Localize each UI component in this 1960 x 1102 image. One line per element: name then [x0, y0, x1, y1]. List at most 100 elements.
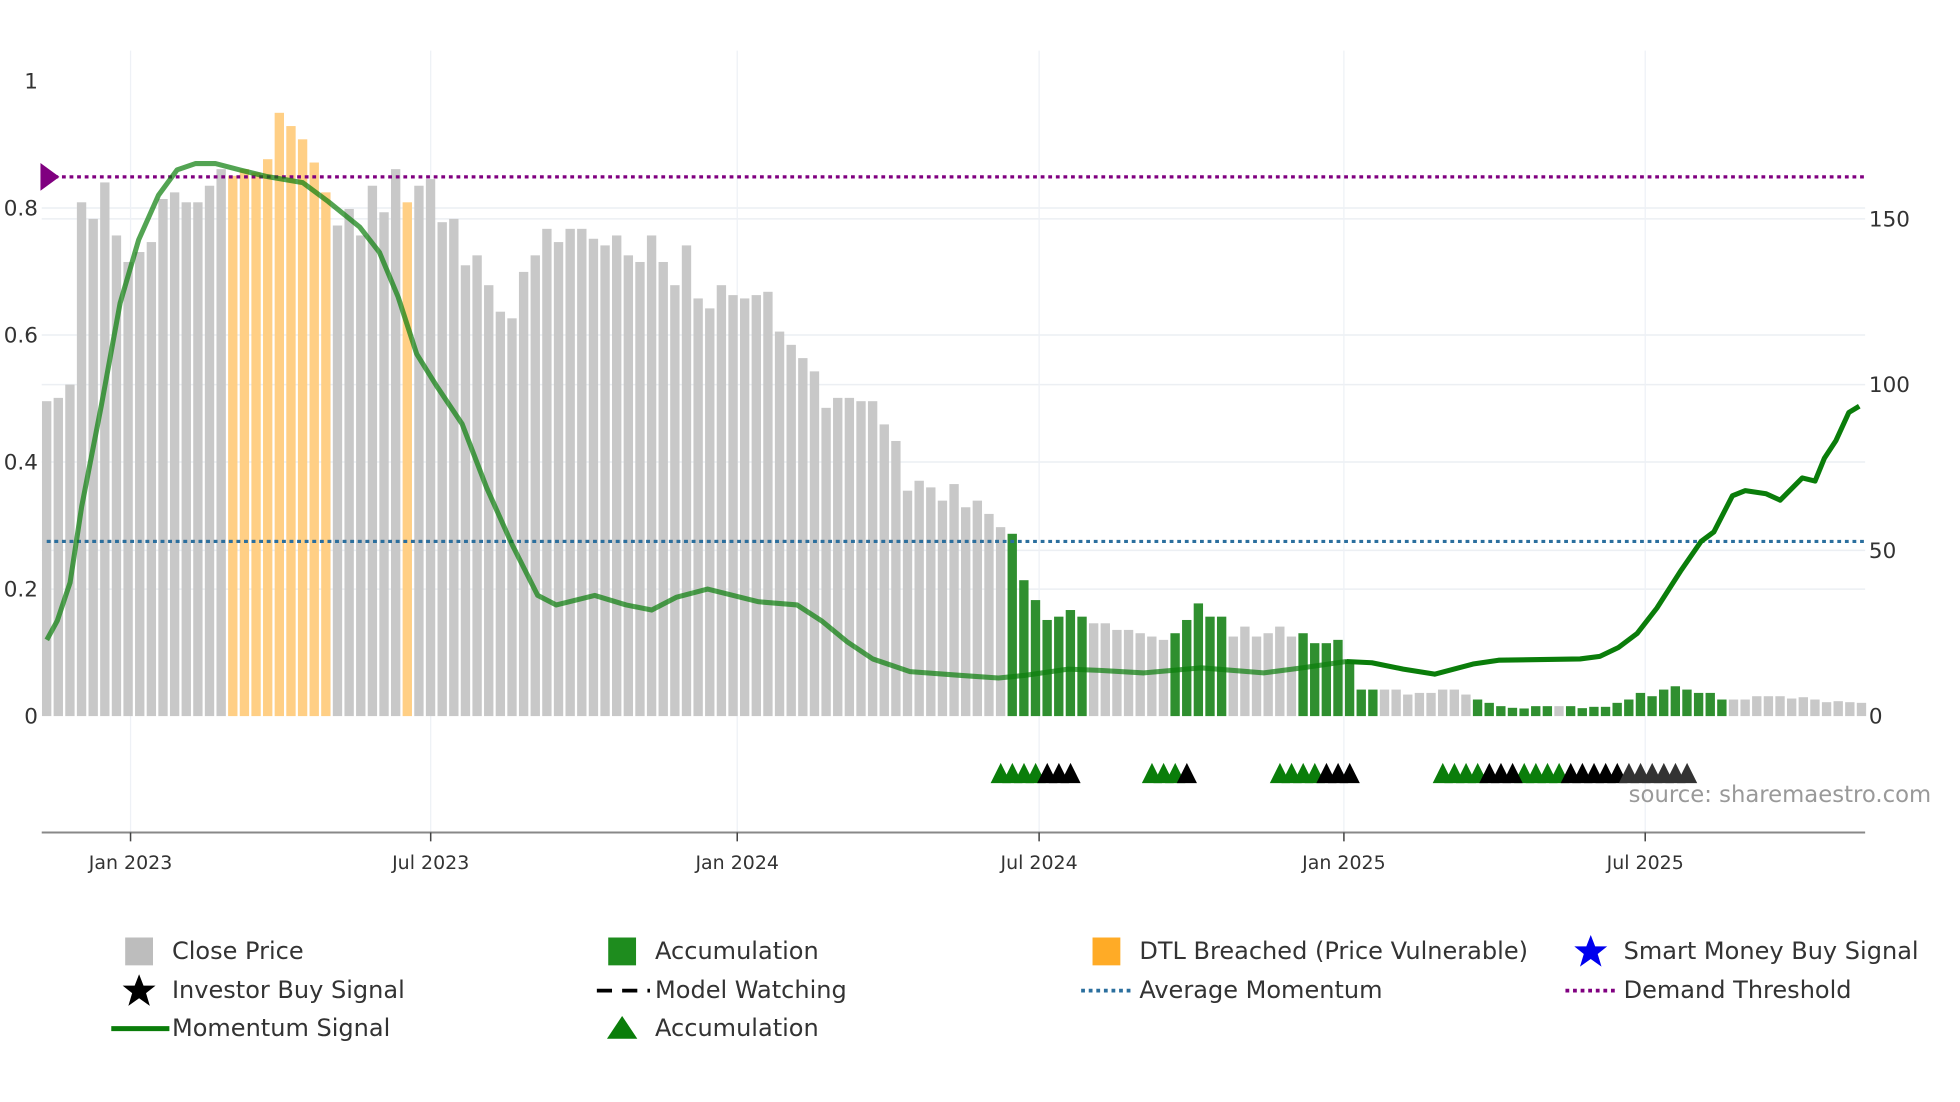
close-price-bar: [1728, 699, 1739, 717]
close-price-bar: [926, 487, 936, 717]
dtl-breached-bar: [274, 112, 285, 717]
close-price-bar: [169, 192, 180, 717]
accumulation-bar: [1193, 603, 1204, 717]
close-price-bar: [1833, 701, 1843, 717]
close-price-bar: [530, 255, 540, 717]
legend-close-price[interactable]: Close Price: [125, 935, 304, 968]
x-tick-label: Jan 2023: [88, 852, 173, 874]
accumulation-bar: [1531, 706, 1541, 717]
close-price-bar: [879, 424, 889, 717]
legend-label: Smart Money Buy Signal: [1623, 937, 1919, 966]
close-price-bar: [984, 513, 994, 717]
close-price-bar: [146, 242, 157, 717]
accumulation-bar: [1565, 706, 1576, 717]
accumulation-bar: [1496, 706, 1506, 717]
legend-label: Investor Buy Signal: [171, 976, 405, 1005]
x-tick-label: Jan 2024: [694, 852, 779, 874]
close-price-bar: [332, 225, 343, 717]
legend-label: Momentum Signal: [171, 1014, 391, 1043]
close-price-bar: [914, 480, 924, 717]
blue-star-icon: [1574, 934, 1608, 967]
close-price-bar: [1740, 699, 1750, 717]
legend-label: Average Momentum: [1139, 976, 1383, 1005]
legend-demand-threshold[interactable]: Demand Threshold: [1565, 974, 1852, 1007]
y-right-tick-label: 100: [1869, 373, 1910, 398]
accumulation-bar: [1030, 600, 1041, 717]
close-price-bar: [193, 202, 203, 717]
legend-dtl-breached[interactable]: DTL Breached (Price Vulnerable): [1092, 935, 1528, 968]
close-price-bar: [53, 397, 63, 717]
legend-accumulation-marker[interactable]: Accumulation: [606, 1012, 819, 1045]
legend-model-watching[interactable]: Model Watching: [596, 974, 847, 1007]
accumulation-bar: [1589, 706, 1599, 717]
close-price-bar: [577, 228, 587, 717]
y-right-tick-label: 0: [1869, 705, 1883, 730]
close-price-bar: [693, 298, 703, 717]
legend-average-momentum[interactable]: Average Momentum: [1081, 974, 1383, 1007]
accumulation-bar: [1624, 699, 1634, 717]
x-tick-label: Jul 2024: [1000, 852, 1078, 874]
close-price-bar: [937, 500, 948, 717]
dtl-breached-bar: [228, 175, 238, 717]
dtl-breached-bar: [251, 172, 261, 717]
accumulation-bar: [1612, 702, 1622, 717]
close-price-bar: [1810, 699, 1820, 717]
accumulation-bar: [1170, 633, 1180, 717]
close-price-bar: [588, 238, 599, 717]
close-price-bar: [705, 308, 715, 717]
gray-square-icon: [125, 937, 154, 966]
close-price-bar: [1437, 689, 1448, 717]
close-price-bar: [891, 440, 901, 717]
dotted-blue-line-icon: [1081, 988, 1135, 993]
close-price-bar: [1763, 696, 1774, 717]
dtl-breached-bar: [309, 162, 319, 717]
legend-accumulation-bar[interactable]: Accumulation: [608, 935, 819, 968]
close-price-bar: [1379, 689, 1390, 717]
close-price-bar: [600, 245, 610, 717]
legend-label: Accumulation: [655, 937, 819, 966]
accumulation-bar: [1507, 707, 1518, 717]
green-triangle-icon: [606, 1015, 638, 1039]
x-tick-label: Jul 2025: [1606, 852, 1684, 874]
close-price-bar: [1775, 696, 1785, 717]
close-price-bar: [844, 397, 855, 717]
legend-smart-money[interactable]: Smart Money Buy Signal: [1574, 934, 1919, 968]
accumulation-bar: [1007, 533, 1017, 717]
legend-momentum-signal[interactable]: Momentum Signal: [111, 1012, 391, 1045]
legend-investor-buy[interactable]: Investor Buy Signal: [122, 974, 405, 1007]
y-right-tick-label: 50: [1869, 539, 1896, 564]
y-left-tick-label: 0: [24, 705, 38, 730]
close-price-bar: [344, 208, 354, 717]
accumulation-bar: [1717, 699, 1727, 717]
dashed-line-icon: [596, 988, 650, 993]
dtl-breached-bar: [321, 192, 331, 717]
close-price-bar: [437, 222, 447, 717]
accumulation-bar: [1682, 689, 1692, 717]
close-price-bar: [1845, 702, 1855, 717]
close-price-bar: [356, 235, 366, 717]
close-price-bar: [1752, 696, 1762, 717]
close-price-bar: [414, 185, 424, 717]
close-price-bar: [623, 255, 634, 717]
close-price-bar: [1821, 702, 1832, 717]
close-price-bar: [809, 371, 820, 717]
close-price-bar: [1228, 636, 1238, 717]
legend-label: Close Price: [171, 937, 304, 966]
close-price-bar: [1403, 694, 1413, 717]
close-price-bar: [681, 245, 692, 717]
accumulation-bar: [1077, 616, 1087, 717]
accumulation-bar: [1298, 633, 1308, 717]
accumulation-bar: [1344, 659, 1355, 717]
accumulation-bar: [1670, 686, 1681, 717]
close-price-bar: [41, 401, 52, 717]
close-price-bar: [774, 331, 785, 717]
close-price-bar: [1147, 636, 1157, 717]
close-price-bar: [902, 490, 913, 717]
accumulation-bar: [1693, 692, 1704, 717]
close-price-bar: [553, 242, 564, 717]
y-left-tick-label: 0.8: [4, 197, 38, 222]
accumulation-bar: [1216, 616, 1227, 717]
close-price-bar: [204, 185, 215, 717]
close-price-bar: [751, 295, 761, 717]
orange-square-icon: [1092, 937, 1121, 966]
